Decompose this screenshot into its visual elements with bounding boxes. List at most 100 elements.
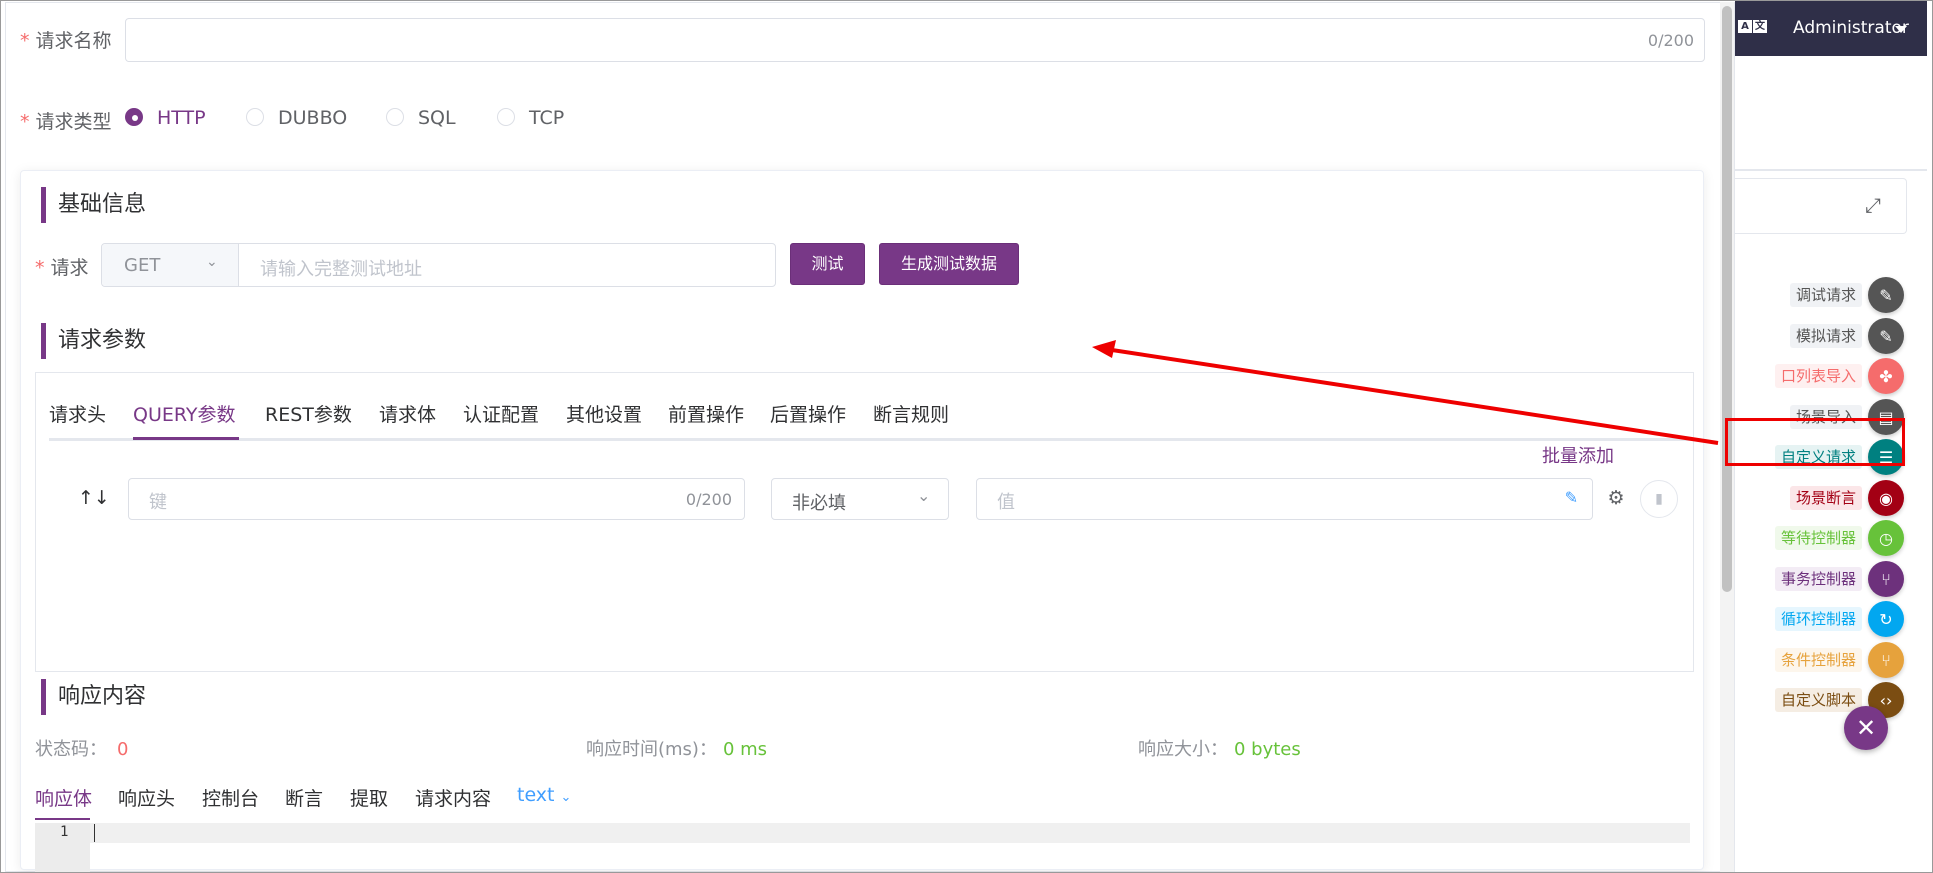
active-tab-indicator [133,437,239,440]
language-icon[interactable]: A文 [1738,20,1768,38]
url-input[interactable]: 请输入完整测试地址 [260,255,422,281]
tab-assertions[interactable]: 断言规则 [873,400,949,427]
response-size-value: 0 bytes [1234,739,1301,760]
branch-icon[interactable]: ⑂ [1868,642,1904,678]
param-key-input[interactable]: 键 0/200 [128,478,745,520]
tab-headers[interactable]: 请求头 [49,400,106,427]
tab-post-operations[interactable]: 后置操作 [770,400,846,427]
tab-auth[interactable]: 认证配置 [463,400,539,427]
radio-sql[interactable]: SQL [386,107,456,129]
response-size-label: 响应大小： [1138,739,1228,760]
tab-divider [49,438,1694,441]
tab-other-settings[interactable]: 其他设置 [566,400,642,427]
sidebar-divider [1735,169,1927,171]
loop-icon[interactable]: ↻ [1868,601,1904,637]
radio-dubbo[interactable]: DUBBO [246,107,347,129]
radio-dot [246,108,264,126]
close-button[interactable]: ✕ [1844,706,1888,750]
sidebar-item-label[interactable]: 场景断言 [1789,486,1862,510]
pipette-icon[interactable]: ✎ [1868,277,1904,313]
sidebar-item[interactable]: 自定义脚本 ‹› [1735,682,1930,718]
edit-icon[interactable]: ✎ [1565,488,1578,507]
test-button[interactable]: 测试 [790,243,865,285]
radio-label: SQL [418,107,456,129]
sidebar-item-label[interactable]: 条件控制器 [1774,648,1862,672]
sidebar-item[interactable]: 事务控制器 ⑂ [1735,561,1930,597]
basic-info-title: 基础信息 [41,187,146,223]
sidebar-item-label[interactable]: 自定义脚本 [1774,688,1862,712]
tab-response-body[interactable]: 响应体 [35,784,92,811]
method-select[interactable]: GET ⌄ [102,244,239,286]
tab-rest-params[interactable]: REST参数 [265,400,352,427]
request-type-label-text: 请求类型 [35,111,112,133]
scrollbar-thumb[interactable] [1722,6,1732,592]
sort-icon[interactable]: ↑↓ [78,487,110,509]
radio-http[interactable]: HTTP [125,107,206,129]
name-char-counter: 0/200 [1647,31,1694,50]
sidebar-item[interactable]: 循环控制器 ↻ [1735,601,1930,637]
required-select[interactable]: 非必填 ⌄ [771,478,949,520]
required-mark: * [20,30,30,52]
sidebar-item-label[interactable]: 循环控制器 [1774,607,1862,631]
required-mark: * [35,257,45,279]
required-mark: * [20,111,30,133]
tab-response-assertions[interactable]: 断言 [285,784,323,811]
page: { "form": { "name_label": "请求名称", "name_… [0,0,1933,873]
sidebar-item-label[interactable]: 等待控制器 [1774,526,1862,550]
tab-request-content[interactable]: 请求内容 [415,784,491,811]
sidebar-item-label[interactable]: 事务控制器 [1774,567,1862,591]
request-name-label: * 请求名称 [20,26,112,53]
radio-label: DUBBO [278,107,348,129]
tab-body[interactable]: 请求体 [379,400,436,427]
radio-dot [125,108,143,126]
batch-add-link[interactable]: 批量添加 [1542,442,1614,468]
chevron-down-icon: ⌄ [560,790,572,805]
fullscreen-icon[interactable]: ⤢ [1865,193,1881,217]
request-url-label: * 请求 [35,253,89,280]
request-name-input[interactable]: 0/200 [125,18,1705,62]
status-code-label: 状态码： [35,739,107,760]
user-menu[interactable]: Administrator [1793,18,1909,38]
sidebar-item[interactable]: 调试请求 ✎ [1735,277,1930,313]
required-select-value: 非必填 [792,493,846,514]
sidebar-item[interactable]: 场景断言 ◉ [1735,480,1930,516]
branch-icon[interactable]: ⑂ [1868,561,1904,597]
code-editor[interactable] [35,823,1690,843]
caret-down-icon [1895,26,1907,33]
status-code-value: 0 [117,739,129,760]
sidebar-panel: ⤢ [1735,178,1907,234]
radio-label: TCP [529,107,565,129]
request-name-label-text: 请求名称 [35,30,112,52]
tab-console[interactable]: 控制台 [202,784,259,811]
radio-tcp[interactable]: TCP [497,107,564,129]
format-select[interactable]: text ⌄ [517,784,571,806]
sidebar-item-label[interactable]: 模拟请求 [1789,324,1862,348]
tab-extract[interactable]: 提取 [350,784,388,811]
response-size: 响应大小： 0 bytes [1138,735,1301,761]
sidebar-item-label[interactable]: 口列表导入 [1774,364,1862,388]
response-tab-indicator [35,818,90,820]
tab-query-params[interactable]: QUERY参数 [133,400,235,427]
delete-row-button[interactable]: ▮ [1640,480,1678,518]
text-cursor [94,824,95,842]
chevron-down-icon: ⌄ [917,486,931,505]
settings-icon[interactable]: ⚙ [1605,487,1627,509]
generate-test-data-button[interactable]: 生成测试数据 [879,243,1019,285]
api-import-icon[interactable]: ✤ [1868,358,1904,394]
sidebar-item[interactable]: 等待控制器 ◷ [1735,520,1930,556]
response-title: 响应内容 [41,679,146,715]
close-icon: ✕ [1855,714,1877,742]
sidebar-item[interactable]: 条件控制器 ⑂ [1735,642,1930,678]
tab-pre-operations[interactable]: 前置操作 [668,400,744,427]
clock-icon[interactable]: ◷ [1868,520,1904,556]
assertion-icon[interactable]: ◉ [1868,480,1904,516]
sidebar-item-label[interactable]: 调试请求 [1789,283,1862,307]
sidebar-item[interactable]: 口列表导入 ✤ [1735,358,1930,394]
url-input-group: GET ⌄ 请输入完整测试地址 [101,243,776,287]
request-params-title: 请求参数 [41,323,146,359]
tab-response-headers[interactable]: 响应头 [118,784,175,811]
pipette-icon[interactable]: ✎ [1868,318,1904,354]
param-value-input[interactable]: 值 ✎ [976,478,1593,520]
key-char-counter: 0/200 [685,490,732,509]
sidebar-item[interactable]: 模拟请求 ✎ [1735,318,1930,354]
